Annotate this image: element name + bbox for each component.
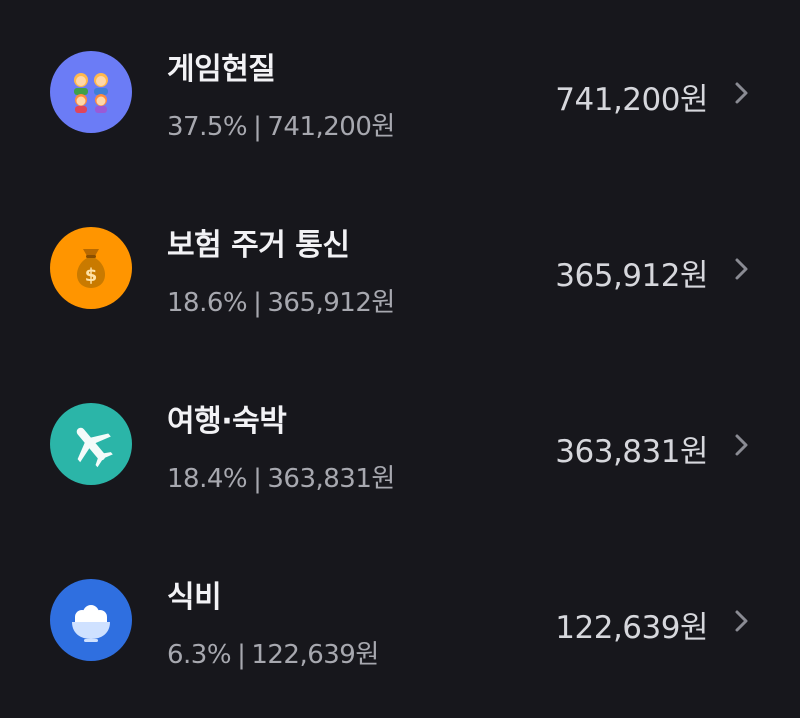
chevron-right-icon[interactable]: [733, 256, 751, 282]
family-icon: [50, 51, 132, 133]
category-sub-amount: 365,912원: [267, 288, 395, 318]
separator: |: [253, 288, 262, 318]
category-percent: 37.5%: [167, 112, 248, 142]
separator: |: [253, 112, 262, 142]
category-row-food[interactable]: 식비 6.3% | 122,639원 122,639원: [0, 550, 800, 690]
category-subtitle: 6.3% | 122,639원: [167, 634, 379, 671]
category-amount: 363,831원: [555, 434, 708, 470]
separator: |: [237, 640, 246, 670]
separator: |: [253, 464, 262, 494]
category-amount: 122,639원: [555, 610, 708, 646]
category-amount: 741,200원: [555, 82, 708, 118]
category-title: 여행·숙박: [167, 404, 287, 439]
category-sub-amount: 363,831원: [267, 464, 395, 494]
category-row-travel[interactable]: 여행·숙박 18.4% | 363,831원 363,831원: [0, 374, 800, 514]
category-sub-amount: 122,639원: [251, 640, 379, 670]
category-row-game[interactable]: 게임현질 37.5% | 741,200원 741,200원: [0, 22, 800, 162]
chevron-right-icon[interactable]: [733, 608, 751, 634]
category-title: 보험 주거 통신: [167, 228, 350, 263]
category-subtitle: 18.4% | 363,831원: [167, 458, 395, 495]
category-sub-amount: 741,200원: [267, 112, 395, 142]
money-bag-icon: $: [50, 227, 132, 309]
category-percent: 18.6%: [167, 288, 248, 318]
airplane-icon: [50, 403, 132, 485]
category-subtitle: 37.5% | 741,200원: [167, 106, 395, 143]
chevron-right-icon[interactable]: [733, 80, 751, 106]
category-row-insurance[interactable]: $ 보험 주거 통신 18.6% | 365,912원 365,912원: [0, 198, 800, 338]
category-percent: 6.3%: [167, 640, 232, 670]
category-list: 게임현질 37.5% | 741,200원 741,200원 $ 보험 주거 통신 …: [0, 0, 800, 718]
chevron-right-icon[interactable]: [733, 432, 751, 458]
category-subtitle: 18.6% | 365,912원: [167, 282, 395, 319]
category-percent: 18.4%: [167, 464, 248, 494]
category-title: 식비: [167, 580, 222, 615]
category-amount: 365,912원: [555, 258, 708, 294]
svg-text:$: $: [85, 265, 98, 286]
rice-bowl-icon: [50, 579, 132, 661]
category-title: 게임현질: [167, 52, 276, 87]
